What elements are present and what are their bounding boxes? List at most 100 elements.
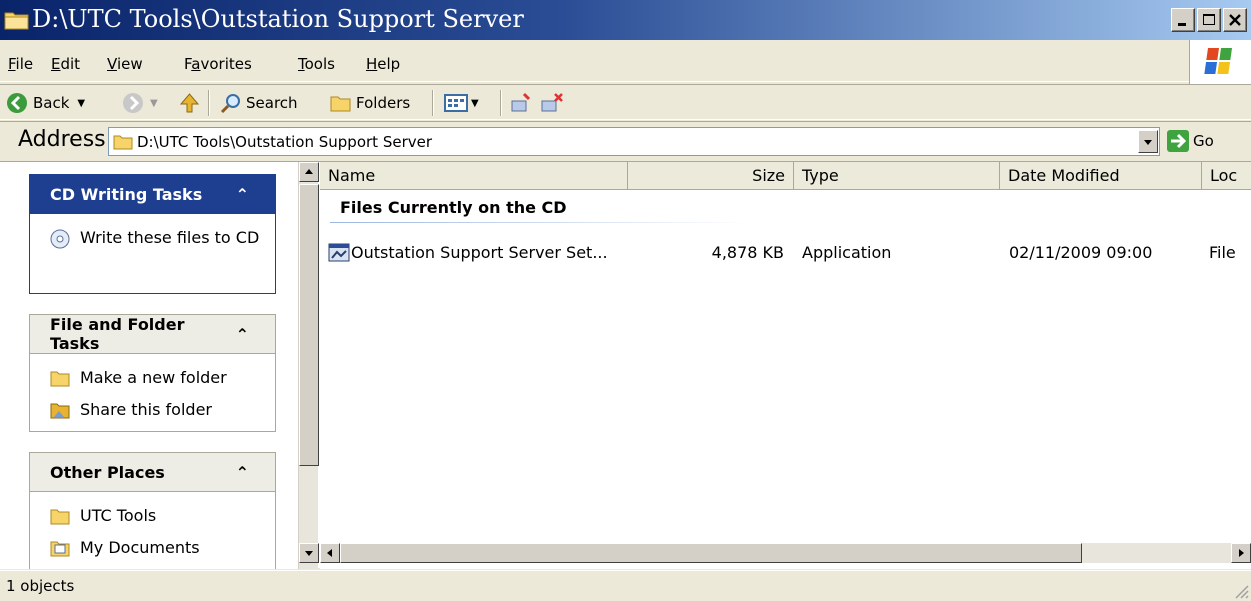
toolbar-separator xyxy=(208,90,210,116)
minimize-icon xyxy=(1178,23,1186,26)
toolbar-separator xyxy=(500,90,502,116)
delete-disc-icon xyxy=(541,93,563,112)
file-date: 02/11/2009 09:00 xyxy=(1009,243,1153,262)
scroll-thumb[interactable] xyxy=(340,543,1082,563)
column-date-modified[interactable]: Date Modified xyxy=(1000,162,1202,190)
forward-dropdown-icon: ▼ xyxy=(150,97,158,109)
maximize-icon xyxy=(1203,14,1215,25)
views-icon xyxy=(444,94,468,112)
other-place-utc-tools[interactable]: UTC Tools xyxy=(50,504,267,528)
scroll-up-button[interactable] xyxy=(299,162,319,182)
menu-bar: File Edit View Favorites Tools Help xyxy=(0,48,1251,82)
folder-icon xyxy=(4,12,29,30)
task-pane-scrollbar[interactable] xyxy=(298,162,319,569)
address-label: Address xyxy=(18,127,106,152)
views-button[interactable]: ▼ xyxy=(444,92,479,114)
file-type: Application xyxy=(802,243,892,262)
arrow-up-icon xyxy=(305,169,313,174)
scroll-right-button[interactable] xyxy=(1231,543,1251,563)
menu-file[interactable]: File xyxy=(8,55,33,73)
arrow-right-icon xyxy=(1239,549,1244,557)
folder-icon xyxy=(50,509,70,525)
address-input[interactable]: D:\UTC Tools\Outstation Support Server xyxy=(108,127,1160,156)
menu-favorites[interactable]: Favorites xyxy=(184,55,252,73)
maximize-button[interactable] xyxy=(1197,8,1221,32)
application-icon xyxy=(328,243,350,262)
file-location: File xyxy=(1209,243,1236,262)
copy-disc-icon xyxy=(511,92,531,112)
chevron-down-icon xyxy=(1144,140,1152,145)
make-new-folder-link[interactable]: Make a new folder xyxy=(50,366,267,390)
explorer-window: D:\UTC Tools\Outstation Support Server F… xyxy=(0,0,1251,601)
new-folder-icon xyxy=(50,371,70,387)
collapse-icon[interactable]: ⌃ xyxy=(236,325,249,344)
task-pane: CD Writing Tasks ⌃ Write these files to … xyxy=(0,162,300,569)
cd-writing-tasks-panel: CD Writing Tasks ⌃ Write these files to … xyxy=(29,174,276,294)
back-arrow-icon xyxy=(7,93,27,113)
other-place-my-documents[interactable]: My Documents xyxy=(50,536,267,560)
search-button[interactable]: Search xyxy=(220,92,298,114)
folders-button[interactable]: Folders xyxy=(330,92,410,114)
back-button[interactable]: Back ▼ xyxy=(6,92,85,114)
column-name[interactable]: Name xyxy=(320,162,628,190)
other-places-header[interactable]: Other Places ⌃ xyxy=(29,452,276,492)
cd-writing-tasks-header[interactable]: CD Writing Tasks ⌃ xyxy=(29,174,276,214)
copy-to-cd-button[interactable] xyxy=(510,92,532,114)
address-dropdown-button[interactable] xyxy=(1138,130,1158,153)
other-places-panel: Other Places ⌃ UTC Tools My Documents xyxy=(29,452,276,569)
status-text: 1 objects xyxy=(6,577,75,595)
write-files-to-cd-link[interactable]: Write these files to CD xyxy=(50,226,267,250)
forward-button[interactable]: ▼ xyxy=(122,92,158,114)
folders-icon xyxy=(330,96,351,112)
share-folder-icon xyxy=(50,403,70,419)
column-headers: Name Size Type Date Modified Loc xyxy=(320,162,1251,190)
windows-logo xyxy=(1189,40,1251,84)
delete-disc-button[interactable] xyxy=(540,92,564,114)
file-folder-tasks-header[interactable]: File and Folder Tasks ⌃ xyxy=(29,314,276,354)
up-arrow-icon xyxy=(179,93,200,113)
collapse-icon[interactable]: ⌃ xyxy=(236,185,249,204)
arrow-left-icon xyxy=(327,549,332,557)
arrow-down-icon xyxy=(305,551,313,556)
windows-flag-icon xyxy=(1204,48,1232,74)
search-icon xyxy=(220,94,240,114)
scroll-down-button[interactable] xyxy=(299,543,319,563)
menu-view[interactable]: View xyxy=(107,55,143,73)
explorer-content: CD Writing Tasks ⌃ Write these files to … xyxy=(0,161,1251,569)
standard-toolbar: Back ▼ ▼ Search Folders ▼ xyxy=(0,84,1251,120)
collapse-icon[interactable]: ⌃ xyxy=(236,463,249,482)
minimize-button[interactable] xyxy=(1171,8,1195,32)
close-button[interactable] xyxy=(1223,8,1247,32)
table-row[interactable]: Outstation Support Server Set... 4,878 K… xyxy=(320,242,1251,268)
close-icon xyxy=(1229,14,1241,26)
my-documents-icon xyxy=(50,541,70,557)
window-title: D:\UTC Tools\Outstation Support Server xyxy=(32,5,524,33)
toolbar-separator xyxy=(432,90,434,116)
group-divider xyxy=(330,222,750,223)
menu-help[interactable]: Help xyxy=(366,55,400,73)
column-size[interactable]: Size xyxy=(628,162,794,190)
file-list: Name Size Type Date Modified Loc Files C… xyxy=(320,162,1251,569)
views-dropdown-icon: ▼ xyxy=(471,97,479,109)
title-bar[interactable]: D:\UTC Tools\Outstation Support Server xyxy=(0,0,1251,40)
group-header: Files Currently on the CD xyxy=(340,198,567,217)
status-bar: 1 objects xyxy=(0,570,1251,601)
file-folder-tasks-panel: File and Folder Tasks ⌃ Make a new folde… xyxy=(29,314,276,432)
folder-icon xyxy=(113,135,133,150)
horizontal-scrollbar[interactable] xyxy=(320,543,1251,563)
forward-arrow-icon xyxy=(123,93,143,113)
column-type[interactable]: Type xyxy=(794,162,1000,190)
share-folder-link[interactable]: Share this folder xyxy=(50,398,267,422)
go-arrow-icon xyxy=(1167,130,1189,152)
menu-edit[interactable]: Edit xyxy=(51,55,80,73)
menu-tools[interactable]: Tools xyxy=(298,55,335,73)
up-folder-button[interactable] xyxy=(178,92,200,114)
scroll-left-button[interactable] xyxy=(320,543,340,563)
file-size: 4,878 KB xyxy=(711,243,784,262)
resize-grip-icon[interactable] xyxy=(1233,583,1249,599)
column-location[interactable]: Loc xyxy=(1202,162,1251,190)
write-cd-icon xyxy=(50,229,70,249)
scroll-thumb[interactable] xyxy=(299,184,319,466)
back-dropdown-icon: ▼ xyxy=(77,97,86,109)
go-button[interactable]: Go xyxy=(1167,130,1214,152)
